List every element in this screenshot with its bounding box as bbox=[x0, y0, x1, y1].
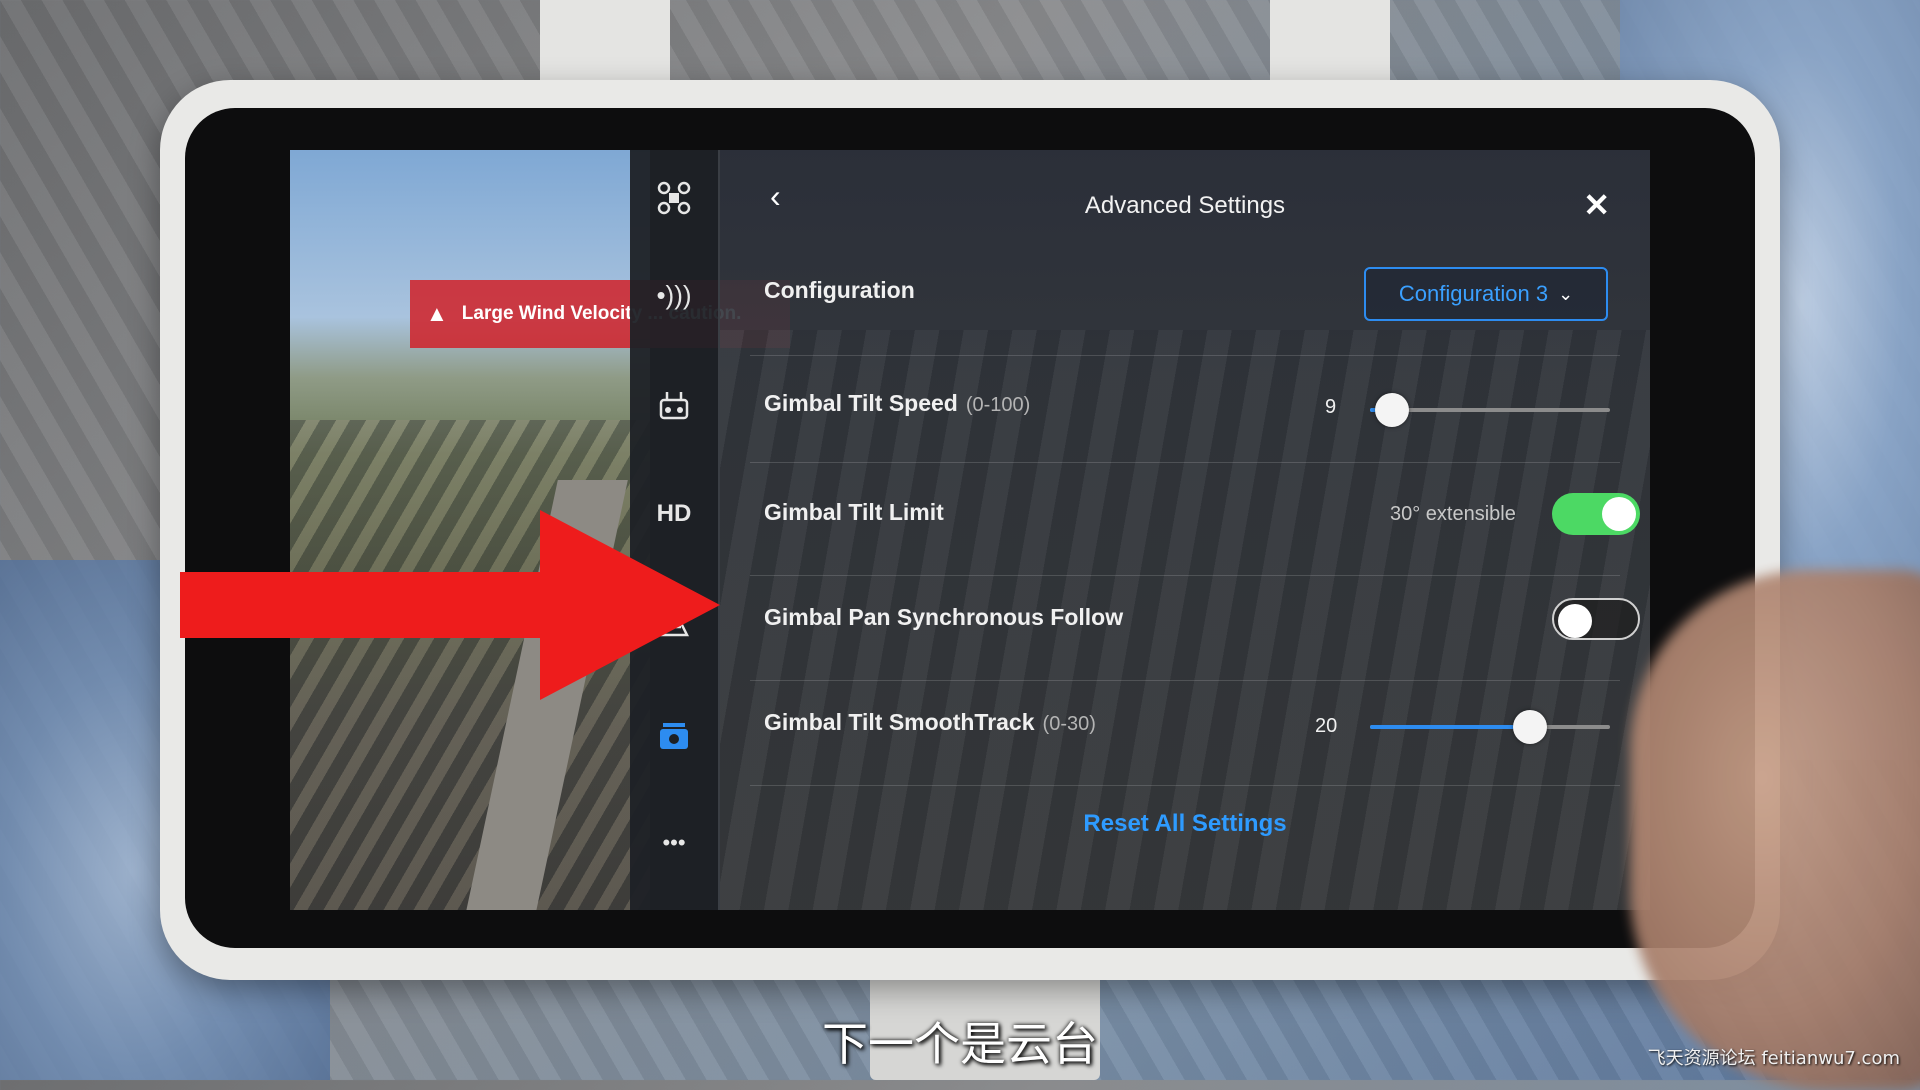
toggle-knob bbox=[1602, 497, 1636, 531]
aircraft-icon[interactable] bbox=[630, 180, 718, 223]
more-icon[interactable]: ••• bbox=[630, 830, 718, 856]
gimbal-smoothtrack-range: (0-30) bbox=[1042, 713, 1096, 735]
gimbal-smoothtrack-slider-fill bbox=[1370, 725, 1531, 729]
watermark: 飞天资源论坛 feitianwu7.com bbox=[1647, 1048, 1900, 1069]
warning-triangle-icon: ▲ bbox=[426, 301, 448, 326]
gimbal-tilt-speed-value: 9 bbox=[1325, 396, 1337, 418]
gimbal-smoothtrack-label: Gimbal Tilt SmoothTrack (0-30) bbox=[764, 709, 1096, 735]
configuration-dropdown[interactable]: Configuration 3 ⌄ bbox=[1364, 267, 1608, 321]
gimbal-tilt-speed-slider-thumb[interactable] bbox=[1374, 393, 1409, 427]
signal-icon[interactable]: •))) bbox=[630, 280, 718, 311]
configuration-selected-value: Configuration 3 bbox=[1398, 281, 1549, 306]
remote-controller-icon[interactable] bbox=[630, 388, 718, 429]
gimbal-smoothtrack-slider-thumb[interactable] bbox=[1513, 710, 1548, 744]
chevron-down-icon: ⌄ bbox=[1558, 283, 1574, 304]
gimbal-tilt-limit-toggle[interactable] bbox=[1552, 493, 1640, 535]
red-arrow-annotation bbox=[180, 510, 720, 700]
toggle-knob bbox=[1558, 604, 1592, 638]
reset-all-settings-link[interactable]: Reset All Settings bbox=[720, 810, 1650, 838]
gimbal-pan-follow-row: Gimbal Pan Synchronous Follow bbox=[750, 598, 1640, 681]
tilt-limit-note: 30° extensible bbox=[1390, 503, 1516, 525]
gimbal-tilt-speed-label: Gimbal Tilt Speed (0-100) bbox=[764, 390, 1031, 416]
gimbal-tilt-speed-range: (0-100) bbox=[965, 394, 1031, 416]
controller-arm-left bbox=[540, 0, 670, 90]
video-subtitle: 下一个是云台 bbox=[822, 1017, 1098, 1071]
gimbal-pan-follow-toggle[interactable] bbox=[1552, 598, 1640, 640]
gimbal-tilt-limit-row: Gimbal Tilt Limit 30° extensible bbox=[750, 493, 1640, 576]
gimbal-smoothtrack-row: Gimbal Tilt SmoothTrack (0-30) 20 bbox=[750, 709, 1620, 786]
configuration-label: Configuration bbox=[764, 277, 915, 303]
advanced-settings-panel: ‹ Advanced Settings ✕ Configuration Conf… bbox=[720, 150, 1650, 910]
gimbal-smoothtrack-value: 20 bbox=[1315, 715, 1338, 737]
gimbal-pan-follow-label: Gimbal Pan Synchronous Follow bbox=[764, 604, 1124, 630]
configuration-row: Configuration Configuration 3 ⌄ bbox=[750, 267, 1620, 356]
close-button[interactable]: ✕ bbox=[1583, 186, 1610, 224]
camera-icon[interactable] bbox=[630, 720, 718, 761]
page-title: Advanced Settings bbox=[1084, 192, 1286, 219]
controller-arm-right bbox=[1270, 0, 1390, 90]
gimbal-tilt-speed-row: Gimbal Tilt Speed (0-100) 9 bbox=[750, 390, 1620, 463]
gimbal-tilt-limit-label: Gimbal Tilt Limit bbox=[764, 499, 944, 525]
